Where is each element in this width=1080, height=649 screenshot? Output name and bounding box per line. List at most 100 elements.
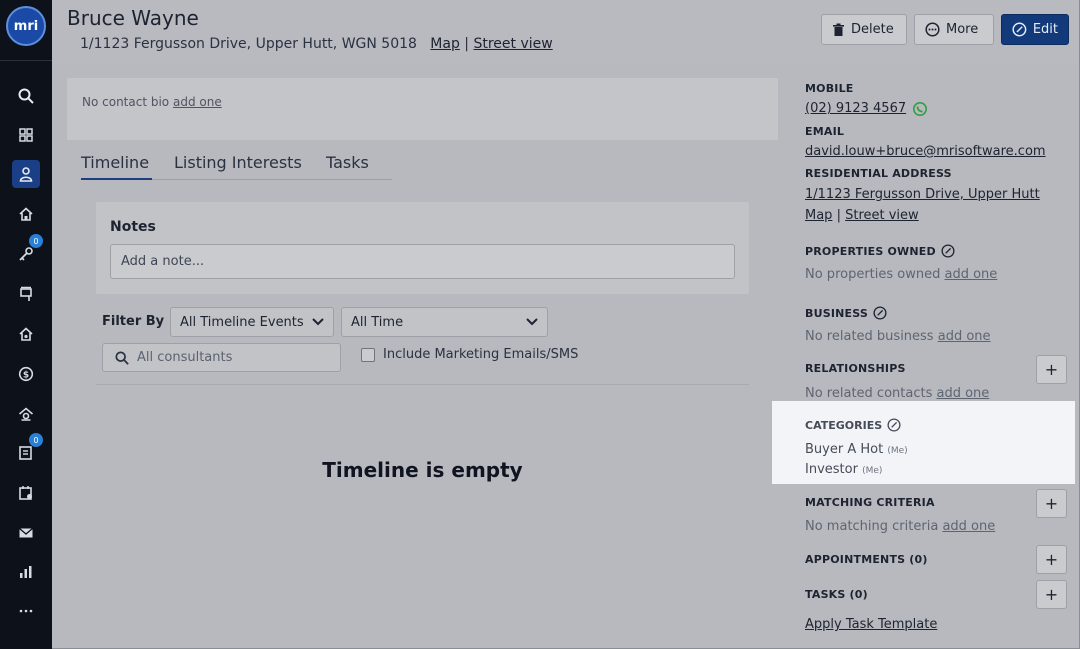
notes-title: Notes: [110, 219, 156, 235]
bio-text: No contact bio: [82, 95, 170, 109]
business-label: BUSINESS: [805, 306, 869, 320]
categories-label: CATEGORIES: [805, 418, 883, 432]
filter-by-label: Filter By: [102, 314, 165, 329]
add-task-button[interactable]: +: [1036, 580, 1067, 609]
categories-section: CATEGORIES Buyer A Hot (Me) Investor (Me…: [772, 401, 1075, 484]
residential-map-row: Map | Street view: [805, 208, 919, 223]
properties-empty-text: No properties owned: [805, 267, 941, 282]
sidebar-divider: [0, 60, 52, 61]
tab-listing-interests[interactable]: Listing Interests: [174, 153, 302, 180]
home-heart-icon[interactable]: [12, 320, 40, 348]
residential-address-label: RESIDENTIAL ADDRESS: [805, 167, 952, 180]
delete-button[interactable]: Delete: [821, 14, 907, 45]
add-matching-criteria-button[interactable]: +: [1036, 489, 1067, 518]
edit-label: Edit: [1032, 22, 1058, 37]
contact-name: Bruce Wayne: [67, 6, 199, 30]
delete-label: Delete: [851, 22, 894, 37]
properties-owned-empty: No properties owned add one: [805, 267, 997, 282]
time-range-value: All Time: [351, 314, 404, 330]
mri-logo[interactable]: mri: [6, 6, 46, 46]
add-property-link[interactable]: add one: [945, 267, 998, 282]
time-range-select[interactable]: All Time: [341, 307, 548, 337]
mail-icon[interactable]: [12, 519, 40, 547]
mobile-number-link[interactable]: (02) 9123 4567: [805, 101, 906, 116]
bio-empty-text: No contact bio add one: [82, 95, 222, 109]
contact-bio-card: No contact bio add one: [67, 78, 778, 140]
include-marketing-toggle[interactable]: Include Marketing Emails/SMS: [361, 347, 578, 362]
apply-task-template-row: Apply Task Template: [805, 617, 937, 632]
map-link[interactable]: Map: [430, 36, 460, 52]
dollar-icon[interactable]: $: [12, 360, 40, 388]
relationships-empty-text: No related contacts: [805, 386, 933, 401]
sidebar: mri 0 $ 0: [0, 0, 52, 649]
business-empty: No related business add one: [805, 329, 991, 344]
residential-address-link[interactable]: 1/1123 Fergusson Drive, Upper Hutt: [805, 187, 1040, 202]
category-item: Investor (Me): [805, 462, 882, 477]
edit-circle-icon[interactable]: [941, 244, 955, 258]
properties-owned-header: PROPERTIES OWNED: [805, 244, 955, 258]
chevron-down-icon: [312, 318, 324, 326]
category-name: Buyer A Hot: [805, 442, 884, 457]
home-gear-icon[interactable]: [12, 400, 40, 428]
residential-street-view-link[interactable]: Street view: [845, 208, 919, 223]
consultants-search-input[interactable]: All consultants: [102, 343, 341, 372]
checklist-icon[interactable]: 0: [12, 433, 43, 467]
matching-criteria-label: MATCHING CRITERIA: [805, 496, 935, 509]
ellipsis-icon[interactable]: [12, 597, 40, 625]
note-input[interactable]: Add a note...: [110, 244, 735, 279]
edit-circle-icon[interactable]: [873, 306, 887, 320]
categories-header: CATEGORIES: [805, 418, 901, 432]
mobile-row: (02) 9123 4567: [805, 101, 928, 116]
include-marketing-label: Include Marketing Emails/SMS: [383, 347, 579, 362]
tasks-label: TASKS (0): [805, 588, 868, 601]
matching-criteria-empty: No matching criteria add one: [805, 519, 995, 534]
add-relationship-button[interactable]: +: [1036, 355, 1067, 384]
matching-empty-text: No matching criteria: [805, 519, 939, 534]
tab-tasks[interactable]: Tasks: [326, 153, 369, 180]
svg-text:$: $: [23, 370, 29, 380]
tasks-badge: 0: [29, 433, 43, 447]
more-label: More: [946, 22, 979, 37]
sign-icon[interactable]: [12, 280, 40, 308]
more-circle-icon: [925, 22, 940, 37]
include-marketing-checkbox[interactable]: [361, 347, 375, 362]
relationships-label: RELATIONSHIPS: [805, 362, 906, 375]
chevron-down-icon: [526, 318, 538, 326]
grid-icon[interactable]: [12, 121, 40, 149]
properties-owned-label: PROPERTIES OWNED: [805, 244, 936, 258]
link-separator: |: [836, 208, 841, 223]
add-relationship-link[interactable]: add one: [937, 386, 990, 401]
add-matching-criteria-link[interactable]: add one: [942, 519, 995, 534]
chart-icon[interactable]: [12, 558, 40, 586]
person-icon: [19, 167, 33, 182]
tab-timeline[interactable]: Timeline: [81, 153, 152, 180]
house-icon[interactable]: [12, 200, 40, 228]
add-business-link[interactable]: add one: [938, 329, 991, 344]
prospecting-badge: 0: [29, 234, 43, 248]
contact-header: Bruce Wayne 1/1123 Fergusson Drive, Uppe…: [52, 0, 1079, 64]
email-row: david.louw+bruce@mrisoftware.com: [805, 144, 1046, 159]
residential-map-link[interactable]: Map: [805, 208, 832, 223]
consultants-placeholder: All consultants: [137, 350, 233, 365]
edit-circle-icon[interactable]: [887, 418, 901, 432]
more-button[interactable]: More: [914, 14, 994, 45]
timeline-events-select[interactable]: All Timeline Events: [170, 307, 334, 337]
calendar-icon[interactable]: [12, 479, 40, 507]
timeline-divider: [96, 384, 749, 385]
add-bio-link[interactable]: add one: [173, 95, 222, 109]
street-view-link[interactable]: Street view: [473, 36, 552, 52]
residential-address-row: 1/1123 Fergusson Drive, Upper Hutt: [805, 187, 1040, 202]
timeline-empty-message: Timeline is empty: [322, 458, 523, 482]
add-appointment-button[interactable]: +: [1036, 545, 1067, 574]
email-link[interactable]: david.louw+bruce@mrisoftware.com: [805, 144, 1046, 159]
search-icon: [115, 350, 129, 365]
sidebar-item-contacts[interactable]: [12, 160, 40, 188]
apply-task-template-link[interactable]: Apply Task Template: [805, 617, 937, 632]
key-icon[interactable]: 0: [12, 234, 43, 268]
category-owner: (Me): [887, 446, 908, 456]
address-text: 1/1123 Fergusson Drive, Upper Hutt, WGN …: [80, 36, 417, 52]
whatsapp-icon[interactable]: [913, 101, 928, 116]
edit-button[interactable]: Edit: [1001, 14, 1069, 45]
search-icon[interactable]: [12, 82, 40, 110]
business-header: BUSINESS: [805, 306, 887, 320]
